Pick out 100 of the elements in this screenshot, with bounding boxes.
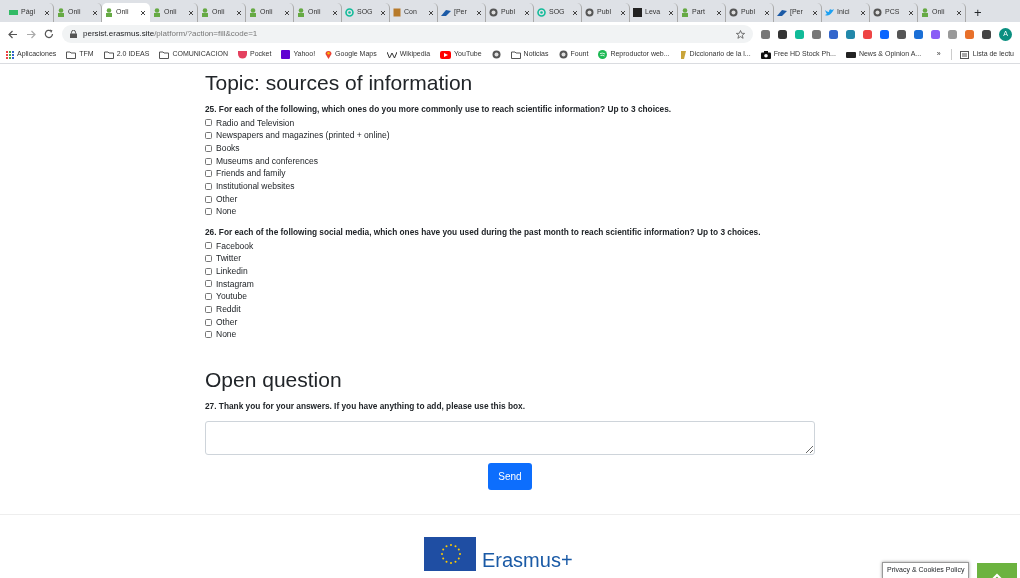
- section-heading: Open question: [205, 367, 343, 393]
- apps-grid-icon: [6, 50, 14, 59]
- folder-icon: [66, 50, 77, 59]
- person-icon: [921, 8, 929, 17]
- close-icon[interactable]: [380, 9, 386, 16]
- checkbox[interactable]: [205, 157, 212, 165]
- close-icon[interactable]: [524, 9, 530, 16]
- option-label[interactable]: Friends and family: [216, 167, 286, 181]
- chevron-up-icon: [991, 572, 1003, 578]
- option-label[interactable]: Radio and Television: [216, 116, 295, 130]
- logo-text: Erasmus+: [482, 548, 573, 571]
- option-label[interactable]: Twitter: [216, 252, 242, 265]
- close-icon[interactable]: [428, 9, 434, 16]
- close-icon[interactable]: [908, 9, 914, 16]
- option-label[interactable]: Institutional websites: [216, 180, 295, 193]
- yahoo-icon: [281, 50, 291, 59]
- send-button[interactable]: Send: [488, 462, 532, 490]
- checkbox[interactable]: [205, 242, 212, 250]
- flag-icon: [424, 536, 476, 571]
- book-icon: [393, 8, 401, 17]
- close-icon[interactable]: [332, 9, 338, 16]
- folder-icon: [510, 50, 521, 59]
- camera-icon: [760, 50, 771, 59]
- address-bar[interactable]: persist.erasmus.site/platform/?action=fill&code=1: [62, 25, 753, 43]
- globe-icon: [585, 8, 594, 17]
- close-icon[interactable]: [860, 9, 866, 16]
- checkbox[interactable]: [205, 280, 212, 288]
- lock-icon: [70, 30, 77, 38]
- person-icon: [105, 8, 113, 17]
- close-icon[interactable]: [284, 9, 290, 16]
- close-icon[interactable]: [140, 9, 146, 16]
- star-icon[interactable]: [736, 29, 745, 39]
- globe-icon: [489, 8, 498, 17]
- question-text: 26. For each of the following social media, which ones have you used during the past month to reach scientific information? Up to 3 choices.: [205, 226, 762, 239]
- option-label[interactable]: Books: [216, 141, 240, 155]
- checkbox[interactable]: [205, 132, 212, 140]
- option-label[interactable]: Linkedin: [216, 264, 248, 278]
- close-icon[interactable]: [476, 9, 482, 16]
- option-label[interactable]: Other: [216, 192, 238, 206]
- option-label[interactable]: Instagram: [216, 277, 254, 291]
- person-icon: [201, 8, 209, 17]
- option-label[interactable]: Museums and conferences: [216, 154, 319, 168]
- person-icon: [249, 8, 257, 17]
- wing-icon: [441, 8, 451, 17]
- spotify-icon: [598, 50, 608, 59]
- close-icon[interactable]: [956, 9, 962, 16]
- checkbox[interactable]: [205, 305, 212, 313]
- person-icon: [297, 8, 305, 17]
- ring-icon: [345, 8, 354, 17]
- close-icon[interactable]: [572, 9, 578, 16]
- close-icon[interactable]: [716, 9, 722, 16]
- folder-icon: [103, 50, 114, 59]
- new-tab-button[interactable]: +: [974, 3, 982, 22]
- bird-icon: [825, 8, 834, 17]
- question-text: 27. Thank you for your answers. If you have anything to add, please use this box.: [205, 400, 526, 413]
- checkbox[interactable]: [205, 208, 212, 216]
- option-label[interactable]: Other: [216, 315, 238, 329]
- option-label[interactable]: Newspapers and magazines (printed + online): [216, 129, 390, 143]
- question-text: 25. For each of the following, which ones do you more commonly use to reach scientific information? Up to 3 choices.: [205, 103, 673, 116]
- option-label[interactable]: None: [216, 328, 237, 342]
- person-icon: [57, 8, 65, 17]
- checkbox[interactable]: [205, 293, 212, 301]
- checkbox[interactable]: [205, 119, 212, 127]
- section-heading: Topic: sources of information: [205, 70, 474, 96]
- globe-icon: [729, 8, 738, 17]
- folder-icon: [159, 50, 170, 59]
- globe-icon: [558, 50, 568, 59]
- map-pin-icon: [325, 50, 333, 59]
- close-icon[interactable]: [44, 9, 50, 16]
- person-icon: [681, 8, 689, 17]
- book-icon: [679, 49, 687, 60]
- close-icon[interactable]: [668, 9, 674, 16]
- checkbox[interactable]: [205, 195, 212, 203]
- close-icon[interactable]: [812, 9, 818, 16]
- close-icon[interactable]: [764, 9, 770, 16]
- youtube-icon: [440, 50, 452, 59]
- wiki-icon: [386, 50, 397, 59]
- option-label[interactable]: Facebook: [216, 239, 254, 253]
- checkbox[interactable]: [205, 144, 212, 152]
- ring-icon: [537, 8, 546, 17]
- option-label[interactable]: Youtube: [216, 290, 247, 304]
- checkbox[interactable]: [205, 170, 212, 178]
- close-icon[interactable]: [236, 9, 242, 16]
- checkbox[interactable]: [205, 331, 212, 339]
- close-icon[interactable]: [92, 9, 98, 16]
- checkbox[interactable]: [205, 267, 212, 275]
- option-label[interactable]: Reddit: [216, 302, 241, 316]
- pocket-icon: [238, 50, 247, 59]
- globe-icon: [873, 8, 882, 17]
- checkbox[interactable]: [205, 182, 212, 190]
- wing-icon: [777, 8, 787, 17]
- checkbox[interactable]: [205, 318, 212, 326]
- close-icon[interactable]: [620, 9, 626, 16]
- person-icon: [153, 8, 161, 17]
- option-label[interactable]: None: [216, 205, 237, 219]
- globe-icon[interactable]: [491, 50, 501, 59]
- close-icon[interactable]: [188, 9, 194, 16]
- checkbox[interactable]: [205, 255, 212, 263]
- back-icon[interactable]: [8, 29, 18, 39]
- reload-icon[interactable]: [44, 29, 54, 39]
